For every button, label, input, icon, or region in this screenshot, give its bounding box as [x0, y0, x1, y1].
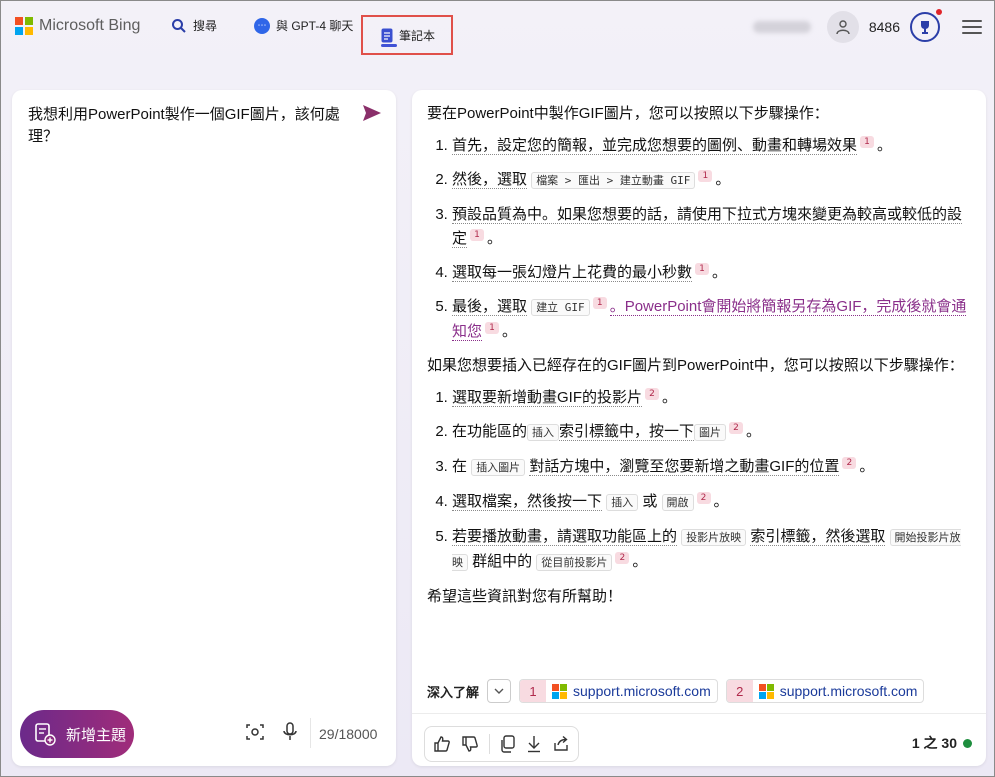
citation-badge[interactable]: 1	[485, 322, 500, 334]
nav-notebook-label: 筆記本	[399, 28, 436, 43]
share-icon[interactable]	[552, 735, 570, 753]
download-icon[interactable]	[526, 735, 542, 753]
thumbs-down-icon[interactable]	[461, 735, 479, 753]
citation-badge[interactable]: 2	[842, 457, 857, 469]
citation-badge[interactable]: 1	[698, 170, 713, 182]
chat-icon: ⋯	[254, 17, 270, 34]
answer-body: 要在PowerPoint中製作GIF圖片，您可以按照以下步驟操作： 首先，設定您…	[427, 102, 972, 617]
windows-logo-icon	[758, 683, 774, 699]
thumbs-up-icon[interactable]	[433, 735, 451, 753]
copy-icon[interactable]	[500, 735, 516, 753]
citation-badge[interactable]: 2	[615, 552, 630, 564]
action-separator	[489, 734, 490, 754]
question-text[interactable]: 我想利用PowerPoint製作一個GIF圖片，該何處理？	[28, 104, 348, 148]
answer-intro-2: 如果您想要插入已經存在的GIF圖片到PowerPoint中，您可以按照以下步驟操…	[427, 357, 964, 374]
source-link[interactable]: 1 support.microsoft.com	[519, 679, 718, 703]
question-panel: 我想利用PowerPoint製作一個GIF圖片，該何處理？ 新增主題 29/18…	[12, 90, 396, 766]
learn-more-row: 深入了解 1 support.microsoft.com 2 support.m…	[427, 679, 925, 703]
ui-path-code: 建立 GIF	[531, 299, 590, 316]
citation-badge[interactable]: 1	[470, 229, 485, 241]
citation-badge[interactable]: 1	[860, 136, 875, 148]
list-item: 在 插入圖片 對話方塊中，瀏覽至您要新增之動畫GIF的位置2。	[452, 455, 972, 480]
answer-panel: 要在PowerPoint中製作GIF圖片，您可以按照以下步驟操作： 首先，設定您…	[412, 90, 986, 766]
list-item: 最後，選取 建立 GIF1。PowerPoint會開始將簡報另存為GIF，完成後…	[452, 295, 972, 344]
citation-badge[interactable]: 1	[695, 263, 710, 275]
header-right: 8486	[752, 9, 982, 43]
input-tools	[246, 722, 298, 742]
nav-notebook[interactable]: 筆記本	[361, 15, 453, 55]
bing-logo[interactable]: Microsoft Bing	[15, 17, 140, 35]
scan-icon[interactable]	[246, 723, 264, 741]
citation-badge[interactable]: 2	[729, 422, 744, 434]
search-icon	[171, 18, 187, 34]
blurred-username	[752, 21, 811, 33]
ui-path-code: 插入	[606, 494, 639, 511]
source-link[interactable]: 2 support.microsoft.com	[725, 679, 925, 703]
list-item: 選取要新增動畫GIF的投影片2。	[452, 386, 972, 410]
char-counter: 29/18000	[319, 726, 378, 742]
answer-closing: 希望這些資訊對您有所幫助！	[427, 588, 623, 605]
rewards-points[interactable]: 8486	[869, 19, 900, 35]
list-item: 若要播放動畫，請選取功能區上的 投影片放映 索引標籤，然後選取 開始投影片放映 …	[452, 525, 972, 575]
ui-path-code: 插入	[527, 424, 560, 441]
ui-path-code: 插入圖片	[471, 459, 526, 476]
nav-chat-label: 與 GPT-4 聊天	[276, 19, 354, 33]
logo-text: Microsoft Bing	[39, 17, 141, 34]
header: Microsoft Bing 搜尋 ⋯ 與 GPT-4 聊天 筆記本 8486	[1, 1, 995, 57]
citation-badge[interactable]: 2	[696, 492, 711, 504]
menu-icon[interactable]	[962, 20, 982, 34]
response-counter: 1 之 30	[912, 733, 972, 753]
list-item: 選取檔案，然後按一下 插入 或 開啟2。	[452, 490, 972, 515]
ui-path-code: 檔案 > 匯出 > 建立動畫 GIF	[531, 172, 696, 189]
list-item: 然後，選取 檔案 > 匯出 > 建立動畫 GIF1。	[452, 168, 972, 193]
nav-chat[interactable]: ⋯ 與 GPT-4 聊天	[254, 17, 353, 34]
notebook-icon	[381, 28, 393, 43]
send-icon[interactable]	[362, 104, 382, 122]
steps-list-insert: 選取要新增動畫GIF的投影片2。 在功能區的插入索引標籤中，按一下圖片2。 在 …	[427, 386, 972, 575]
page-count-text: 1 之 30	[911, 735, 957, 751]
active-tab-indicator	[381, 44, 397, 47]
list-item: 在功能區的插入索引標籤中，按一下圖片2。	[452, 420, 972, 445]
microphone-icon[interactable]	[282, 722, 298, 742]
notification-dot	[936, 9, 942, 15]
avatar-icon[interactable]	[826, 11, 859, 43]
windows-logo-icon	[552, 683, 568, 699]
chevron-down-icon[interactable]	[487, 679, 512, 703]
answer-intro: 要在PowerPoint中製作GIF圖片，您可以按照以下步驟操作：	[427, 105, 829, 122]
nav-search-label: 搜尋	[193, 19, 218, 33]
trophy-icon[interactable]	[910, 9, 942, 42]
nav-search[interactable]: 搜尋	[171, 17, 217, 34]
counter-divider	[310, 718, 311, 748]
action-bar	[424, 726, 579, 762]
footer-divider	[412, 713, 986, 714]
microsoft-logo-icon	[15, 17, 33, 35]
ui-path-code: 投影片放映	[681, 529, 747, 546]
new-topic-icon	[34, 722, 56, 746]
citation-badge[interactable]: 1	[592, 297, 607, 309]
list-item: 首先，設定您的簡報，並完成您想要的圖例、動畫和轉場效果1。	[452, 134, 972, 158]
steps-list-create: 首先，設定您的簡報，並完成您想要的圖例、動畫和轉場效果1。 然後，選取 檔案 >…	[427, 134, 972, 344]
ui-path-code: 開啟	[661, 494, 694, 511]
new-topic-button[interactable]: 新增主題	[20, 710, 134, 758]
list-item: 預設品質為中。如果您想要的話，請使用下拉式方塊來變更為較高或較低的設定1。	[452, 203, 972, 251]
status-dot	[963, 738, 972, 748]
ui-path-code: 圖片	[694, 424, 727, 441]
ui-path-code: 從目前投影片	[536, 554, 613, 571]
list-item: 選取每一張幻燈片上花費的最小秒數1。	[452, 261, 972, 285]
learn-more-label: 深入了解	[427, 684, 480, 700]
citation-badge[interactable]: 2	[645, 388, 659, 400]
new-topic-label: 新增主題	[66, 726, 127, 744]
